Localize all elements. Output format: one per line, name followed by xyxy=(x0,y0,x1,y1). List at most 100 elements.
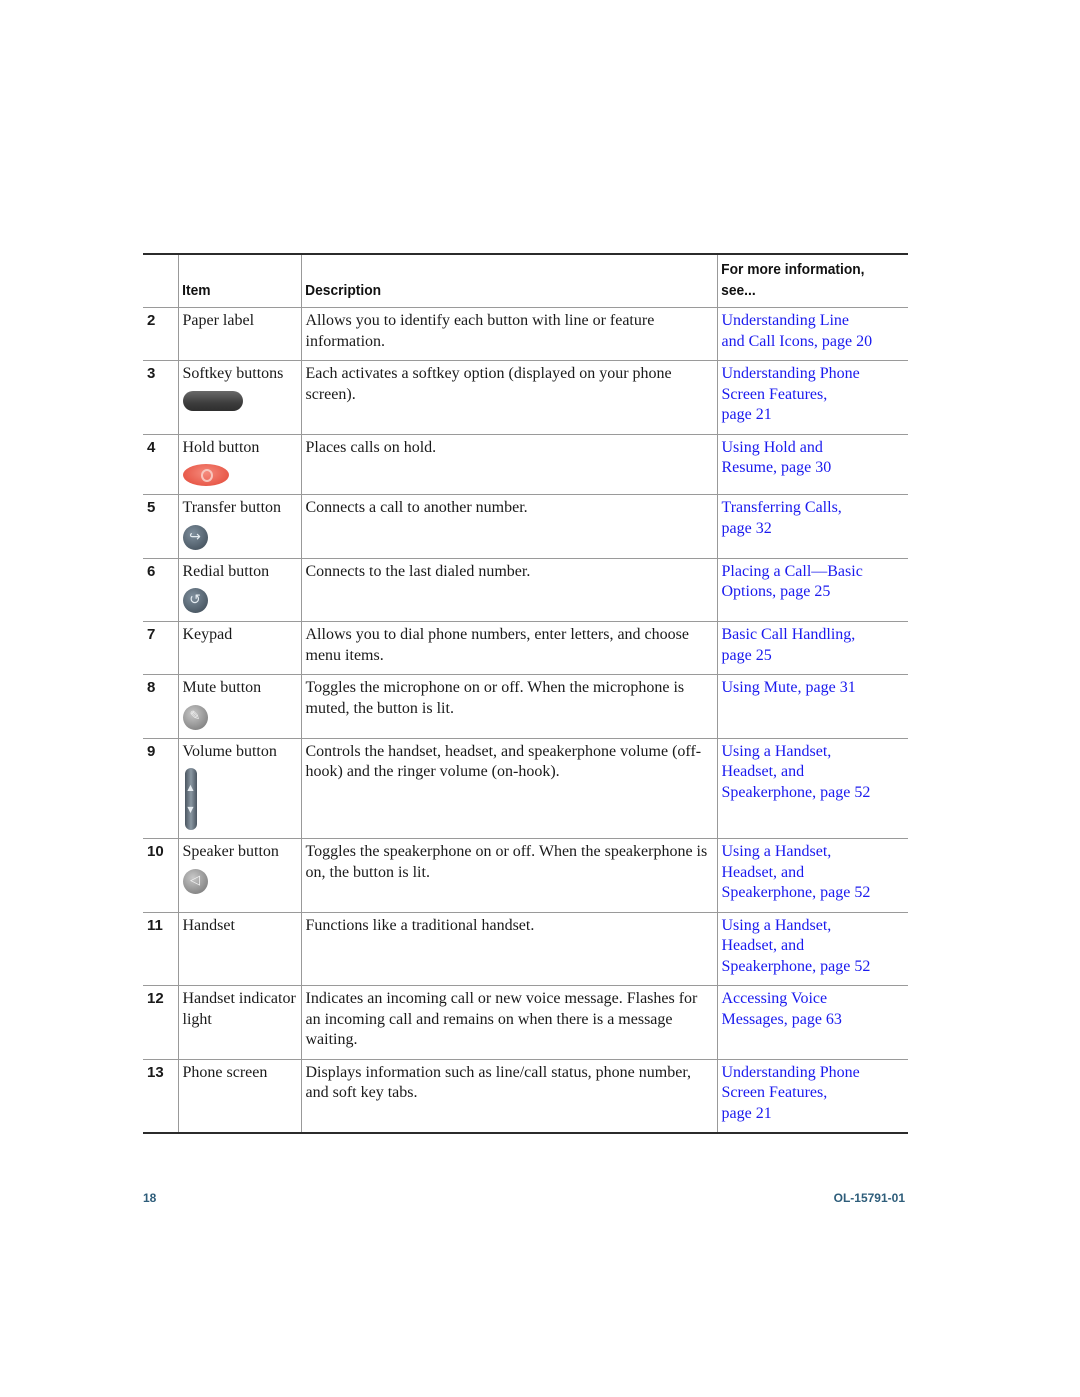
link-line: Headset, and xyxy=(721,863,805,881)
cross-reference-link[interactable]: Basic Call Handling, page 25 xyxy=(722,626,856,664)
item-number: 12 xyxy=(143,985,179,1059)
more-info-cell: Using Mute, page 31 xyxy=(716,674,908,738)
link-line: Speakerphone, page 52 xyxy=(721,783,871,801)
transfer-button-graphic: ↪ xyxy=(182,524,208,550)
table-row: 2 Paper label Allows you to identify each … xyxy=(143,307,908,361)
item-description: Connects a call to another number. xyxy=(300,494,718,558)
redial-button-graphic: ↺ xyxy=(182,588,208,613)
item-name: Hold button xyxy=(182,438,260,456)
item-name: Redial button xyxy=(182,562,270,580)
item-number: 13 xyxy=(143,1059,179,1133)
header-item: Item xyxy=(177,254,292,308)
speaker-button-graphic: ◁ xyxy=(182,868,208,894)
reference-table-container: Item Description For more information, se… xyxy=(143,253,908,1134)
cross-reference-link[interactable]: Using Mute, page 31 xyxy=(722,679,856,696)
header-description: Description xyxy=(300,254,685,308)
cross-reference-link[interactable]: Using Hold and Resume, page 30 xyxy=(722,439,832,477)
volume-button-graphic: ▲ ▼ xyxy=(184,768,197,830)
item-description: Places calls on hold. xyxy=(300,434,718,495)
table-row: 3 Softkey buttons Each activates a softkey… xyxy=(143,360,908,434)
header-number xyxy=(143,254,176,308)
more-info-cell: Placing a Call—Basic Options, page 25 xyxy=(716,558,908,622)
item-description: Connects to the last dialed number. xyxy=(300,558,718,622)
redial-button-icon: ↺ xyxy=(182,588,297,613)
link-line: page 21 xyxy=(721,406,772,423)
cross-reference-link[interactable]: Accessing Voice Messages, page 63 xyxy=(722,990,842,1028)
speaker-button-icon: ◁ xyxy=(182,868,297,894)
more-info-cell: Using a Handset, Headset, and Speakerphone… xyxy=(716,838,908,912)
item-number: 11 xyxy=(143,912,179,986)
item-cell: Transfer button ↪ xyxy=(177,494,302,558)
item-description: Indicates an incoming call or new voice … xyxy=(300,985,718,1059)
link-line: Screen Features, xyxy=(721,385,828,403)
table-row: 11 Handset Functions like a traditional ha… xyxy=(143,912,908,986)
page-number: 18 xyxy=(143,1191,157,1205)
link-line: Options, page 25 xyxy=(721,583,831,600)
more-info-cell: Basic Call Handling, page 25 xyxy=(716,621,908,675)
table-row: 4 Hold button Places calls on hold. Using H… xyxy=(143,434,908,495)
item-description: Allows you to dial phone numbers, enter … xyxy=(300,621,718,675)
link-line: Understanding Phone xyxy=(721,365,860,382)
item-description: Allows you to identify each button with … xyxy=(300,307,718,361)
more-info-cell: Using Hold and Resume, page 30 xyxy=(716,434,908,495)
item-cell: Hold button xyxy=(177,434,302,495)
document-id: OL-15791-01 xyxy=(833,1191,905,1205)
item-cell: Redial button ↺ xyxy=(177,558,302,622)
table-row: 5 Transfer button ↪ Connects a call to anot… xyxy=(143,494,908,558)
cross-reference-link[interactable]: Understanding Phone Screen Features, page … xyxy=(722,1064,860,1122)
item-number: 9 xyxy=(143,738,179,839)
item-number: 10 xyxy=(143,838,179,912)
item-number: 6 xyxy=(143,558,179,622)
item-number: 7 xyxy=(143,621,179,675)
item-number: 3 xyxy=(143,360,179,434)
link-line: Using a Handset, xyxy=(721,742,832,760)
item-cell: Handset xyxy=(177,912,302,986)
cross-reference-link[interactable]: Transferring Calls, page 32 xyxy=(722,499,842,537)
table-row: 10 Speaker button ◁ Toggles the speakerphon… xyxy=(143,838,908,912)
more-info-cell: Accessing Voice Messages, page 63 xyxy=(716,985,908,1059)
cross-reference-link[interactable]: Using a Handset, Headset, and Speakerphone… xyxy=(722,743,871,801)
item-cell: Paper label xyxy=(177,307,302,361)
hold-button-graphic xyxy=(182,464,229,486)
link-line: Resume, page 30 xyxy=(721,459,832,476)
item-description: Functions like a traditional handset. xyxy=(300,912,718,986)
item-name: Keypad xyxy=(182,626,233,643)
table-header-row: Item Description For more information, se… xyxy=(143,254,908,308)
header-more-info: For more information, see... xyxy=(716,254,893,308)
item-number: 8 xyxy=(143,674,179,738)
link-line: Basic Call Handling, xyxy=(721,626,856,643)
volume-button-icon: ▲ ▼ xyxy=(183,768,297,830)
more-info-cell: Understanding Phone Screen Features, page … xyxy=(716,360,908,434)
item-number: 2 xyxy=(143,307,179,361)
item-cell: Mute button ✎ xyxy=(177,674,302,738)
item-number: 4 xyxy=(143,434,179,495)
hold-button-icon xyxy=(182,464,297,486)
item-description: Toggles the speakerphone on or off. When… xyxy=(300,838,718,912)
link-line: Using a Handset, xyxy=(721,843,832,860)
link-line: page 32 xyxy=(721,519,772,537)
cross-reference-link[interactable]: Placing a Call—Basic Options, page 25 xyxy=(722,563,863,601)
item-cell: Softkey buttons xyxy=(177,360,302,434)
link-line: page 21 xyxy=(721,1104,772,1122)
item-description: Controls the handset, headset, and speak… xyxy=(300,738,718,839)
link-line: Screen Features, xyxy=(721,1084,828,1101)
item-cell: Handset indicator light xyxy=(177,985,302,1059)
link-line: Using Hold and xyxy=(721,438,823,456)
cross-reference-link[interactable]: Using a Handset, Headset, and Speakerphone… xyxy=(722,917,871,975)
link-line: Transferring Calls, xyxy=(721,499,842,516)
header-more-info-line2: see... xyxy=(721,282,756,299)
cross-reference-link[interactable]: Understanding Line and Call Icons, page 2… xyxy=(722,312,873,350)
link-line: Messages, page 63 xyxy=(721,1010,842,1028)
more-info-cell: Using a Handset, Headset, and Speakerphone… xyxy=(716,738,908,839)
item-cell: Speaker button ◁ xyxy=(177,838,302,912)
softkey-button-graphic xyxy=(182,390,243,411)
link-line: Headset, and xyxy=(721,763,805,780)
item-number: 5 xyxy=(143,494,179,558)
link-line: page 25 xyxy=(721,646,772,664)
item-name: Transfer button xyxy=(182,499,282,516)
more-info-cell: Transferring Calls, page 32 xyxy=(716,494,908,558)
cross-reference-link[interactable]: Using a Handset, Headset, and Speakerphone… xyxy=(722,843,871,901)
item-name: Speaker button xyxy=(182,843,279,860)
cross-reference-link[interactable]: Understanding Phone Screen Features, page … xyxy=(722,365,860,423)
link-line: Understanding Phone xyxy=(721,1063,860,1081)
